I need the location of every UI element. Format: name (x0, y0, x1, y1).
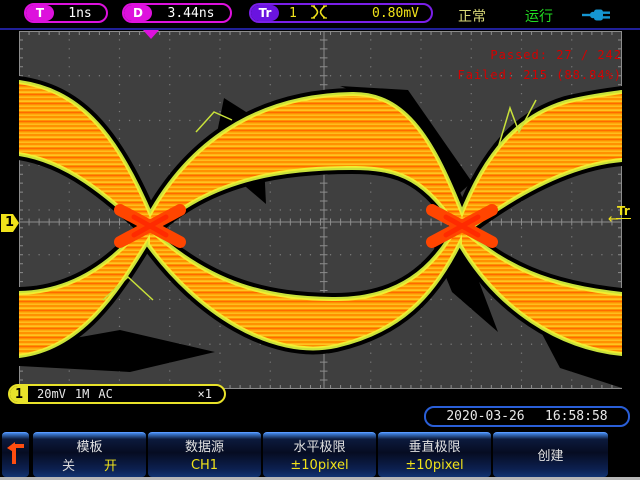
power-plug-icon (582, 7, 612, 26)
menu-template-title: 模板 (33, 436, 146, 455)
menu-data-source-button[interactable]: 数据源 CH1 (148, 432, 261, 477)
timebase-label: T (26, 5, 54, 21)
channel1-level-marker[interactable]: 1 (1, 214, 19, 232)
trigger-level-arrow-icon[interactable]: ← (608, 212, 619, 227)
trigger-indicator: Tr 1 0.80mV (249, 3, 433, 23)
menu-template-off-option[interactable]: 关 (62, 455, 75, 474)
mask-failed-text: Failed: 215 (88.84%) (458, 65, 623, 85)
delay-value: 3.44ns (152, 6, 230, 21)
timebase-value: 1ns (54, 6, 106, 21)
mask-passed-text: Passed: 27 / 242 (458, 45, 623, 65)
menu-horizontal-limit-title: 水平极限 (263, 436, 376, 455)
softkey-menu: 模板 关 开 数据源 CH1 水平极限 ±10pixel 垂直极限 ±10pix… (0, 432, 640, 477)
channel1-impedance: 1M (75, 387, 89, 401)
acquisition-status: 正常 (458, 6, 486, 26)
delay-indicator: D 3.44ns (122, 3, 232, 23)
menu-template-button[interactable]: 模板 关 开 (33, 432, 146, 477)
menu-horizontal-limit-button[interactable]: 水平极限 ±10pixel (263, 432, 376, 477)
channel1-marker-label: 1 (5, 215, 14, 230)
run-status: 运行 (525, 6, 553, 26)
channel1-probe-ratio: ×1 (198, 387, 212, 401)
timebase-indicator: T 1ns (24, 3, 108, 23)
menu-data-source-value: CH1 (148, 458, 261, 473)
time-value: 16:58:58 (545, 409, 608, 424)
menu-create-title: 创建 (493, 445, 608, 464)
menu-data-source-title: 数据源 (148, 436, 261, 455)
menu-vertical-limit-title: 垂直极限 (378, 436, 491, 455)
topbar-separator (0, 28, 640, 30)
delay-label: D (124, 5, 152, 21)
menu-template-on-option[interactable]: 开 (104, 455, 117, 474)
menu-vertical-limit-value: ±10pixel (378, 458, 491, 473)
menu-vertical-limit-button[interactable]: 垂直极限 ±10pixel (378, 432, 491, 477)
trigger-level: 0.80mV (327, 6, 431, 21)
top-status-bar: T 1ns D 3.44ns Tr 1 0.80mV 正常 运行 (0, 0, 640, 28)
menu-back-button[interactable] (2, 432, 29, 477)
channel1-badge: 1 (10, 386, 28, 402)
eye-crossing-slope-icon (311, 4, 327, 23)
oscilloscope-screen: T 1ns D 3.44ns Tr 1 0.80mV 正常 运行 (0, 0, 640, 480)
channel1-info-box: 1 20mV 1M AC ×1 (8, 384, 226, 404)
mask-test-results: Passed: 27 / 242 Failed: 215 (88.84%) (458, 45, 623, 85)
return-arrow-icon (6, 440, 26, 470)
trigger-position-marker[interactable] (143, 30, 159, 39)
trigger-label: Tr (251, 5, 279, 21)
trigger-source: 1 (289, 6, 297, 21)
menu-create-button[interactable]: 创建 (493, 432, 608, 477)
channel1-coupling: AC (98, 387, 112, 401)
datetime-box: 2020-03-26 16:58:58 (424, 406, 630, 427)
menu-horizontal-limit-value: ±10pixel (263, 458, 376, 473)
date-value: 2020-03-26 (446, 409, 524, 424)
channel1-scale: 20mV (37, 387, 66, 401)
